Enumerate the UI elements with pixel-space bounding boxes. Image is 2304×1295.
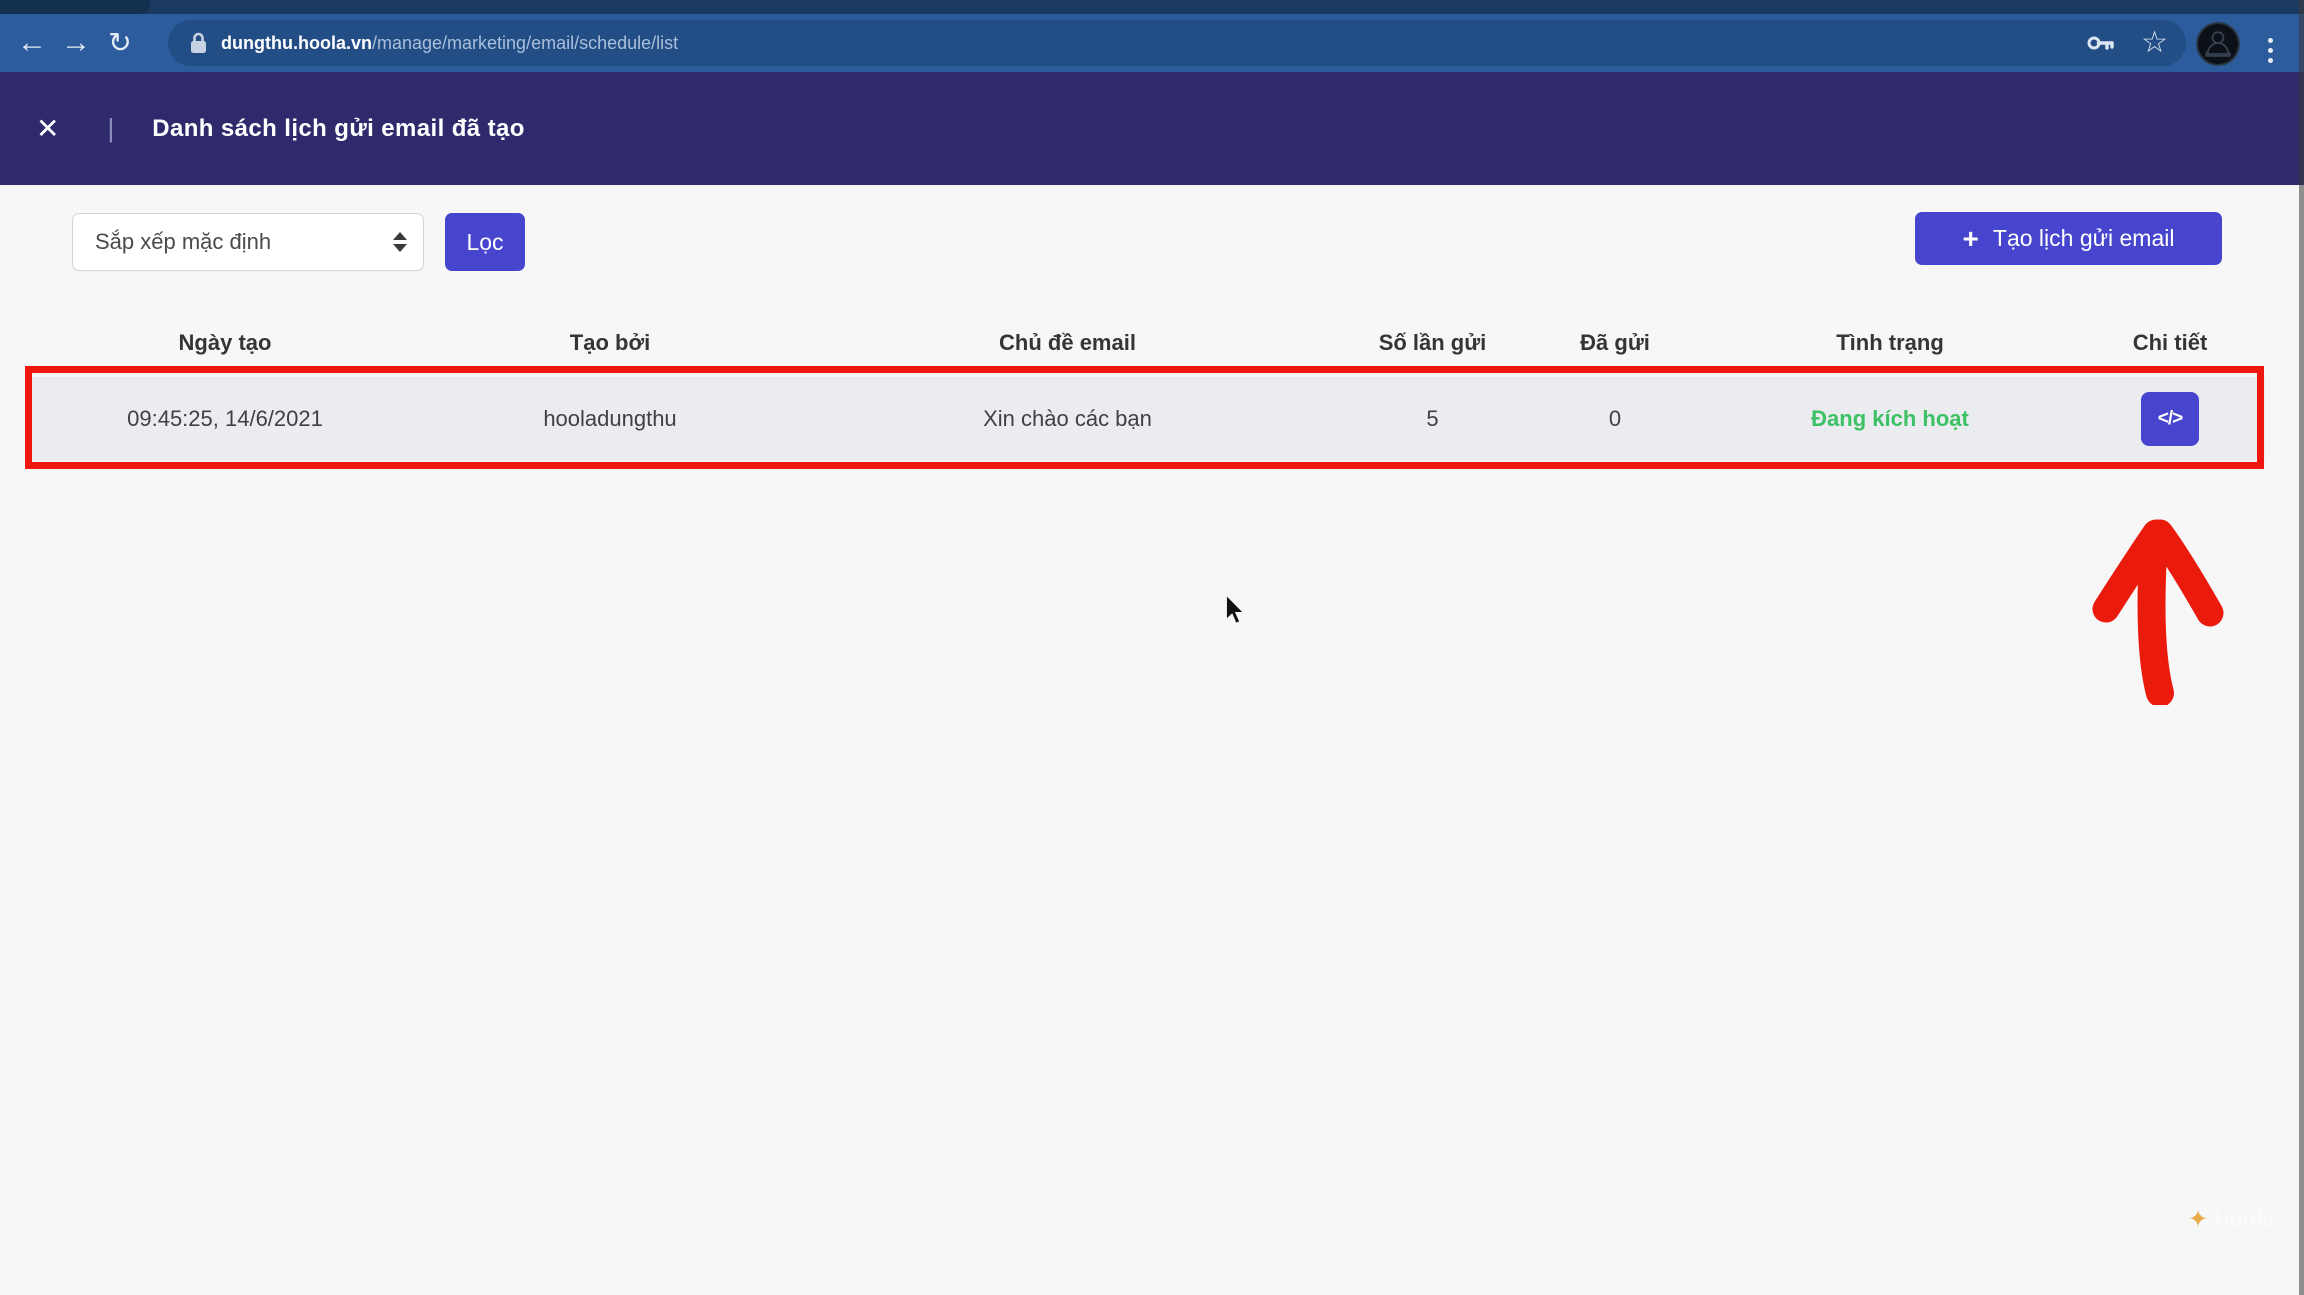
url-domain: dungthu.hoola.vn bbox=[221, 33, 372, 53]
detail-code-button[interactable]: </> bbox=[2141, 392, 2199, 446]
profile-avatar[interactable] bbox=[2196, 22, 2240, 66]
cell-send-count: 5 bbox=[1340, 406, 1525, 432]
col-detail: Chi tiết bbox=[2075, 330, 2265, 356]
header-divider: | bbox=[107, 113, 114, 144]
table-row[interactable]: 09:45:25, 14/6/2021 hooladungthu Xin chà… bbox=[25, 377, 2265, 461]
browser-tab[interactable] bbox=[0, 0, 150, 14]
sparkle-icon: ✦ bbox=[2188, 1205, 2208, 1234]
cell-sent: 0 bbox=[1525, 406, 1705, 432]
avatar-figure-icon bbox=[2198, 24, 2238, 64]
bookmark-star-icon[interactable]: ☆ bbox=[2141, 28, 2168, 58]
filter-button[interactable]: Lọc bbox=[445, 213, 525, 271]
plus-icon: + bbox=[1963, 225, 1979, 253]
col-created-at: Ngày tạo bbox=[25, 330, 425, 356]
table-header: Ngày tạo Tạo bởi Chủ đề email Số lần gửi… bbox=[25, 320, 2265, 366]
status-badge: Đang kích hoạt bbox=[1705, 406, 2075, 432]
select-updown-icon bbox=[393, 232, 407, 252]
browser-menu-icon[interactable] bbox=[2258, 28, 2282, 72]
close-icon[interactable]: ✕ bbox=[36, 115, 59, 143]
cell-detail: </> bbox=[2075, 392, 2265, 446]
sort-select[interactable]: Sắp xếp mặc định bbox=[72, 213, 424, 271]
reload-icon[interactable]: ↻ bbox=[98, 29, 142, 57]
watermark-text: Hoola bbox=[2214, 1208, 2275, 1232]
page-title: Danh sách lịch gửi email đã tạo bbox=[152, 115, 525, 143]
cell-created-at: 09:45:25, 14/6/2021 bbox=[25, 406, 425, 432]
col-sent: Đã gửi bbox=[1525, 330, 1705, 356]
page: ← → ↻ dungthu.hoola.vn/manage/marketing/… bbox=[0, 0, 2304, 1295]
forward-icon[interactable]: → bbox=[54, 28, 98, 58]
watermark: ✦ Hoola bbox=[2188, 1205, 2275, 1234]
create-schedule-button[interactable]: + Tạo lịch gửi email bbox=[1915, 212, 2222, 265]
mouse-cursor bbox=[1222, 595, 1248, 625]
password-key-icon[interactable] bbox=[2085, 28, 2115, 58]
col-subject: Chủ đề email bbox=[795, 330, 1340, 356]
url-path: /manage/marketing/email/schedule/list bbox=[372, 33, 678, 53]
col-send-count: Số lần gửi bbox=[1340, 330, 1525, 356]
app-header: ✕ | Danh sách lịch gửi email đã tạo bbox=[0, 72, 2304, 185]
col-status: Tình trạng bbox=[1705, 330, 2075, 356]
create-schedule-label: Tạo lịch gửi email bbox=[1993, 225, 2175, 252]
lock-icon bbox=[190, 32, 207, 54]
back-icon[interactable]: ← bbox=[10, 28, 54, 58]
annotation-arrow-up-icon bbox=[2082, 485, 2232, 705]
address-bar[interactable]: dungthu.hoola.vn/manage/marketing/email/… bbox=[168, 20, 2186, 66]
sort-select-value: Sắp xếp mặc định bbox=[95, 229, 271, 255]
url-text: dungthu.hoola.vn/manage/marketing/email/… bbox=[221, 33, 678, 54]
col-created-by: Tạo bởi bbox=[425, 330, 795, 356]
window-right-edge bbox=[2299, 0, 2304, 1295]
cell-created-by: hooladungthu bbox=[425, 406, 795, 432]
browser-toolbar: ← → ↻ dungthu.hoola.vn/manage/marketing/… bbox=[0, 14, 2304, 72]
browser-tab-strip bbox=[0, 0, 2304, 14]
cell-subject: Xin chào các bạn bbox=[795, 406, 1340, 432]
